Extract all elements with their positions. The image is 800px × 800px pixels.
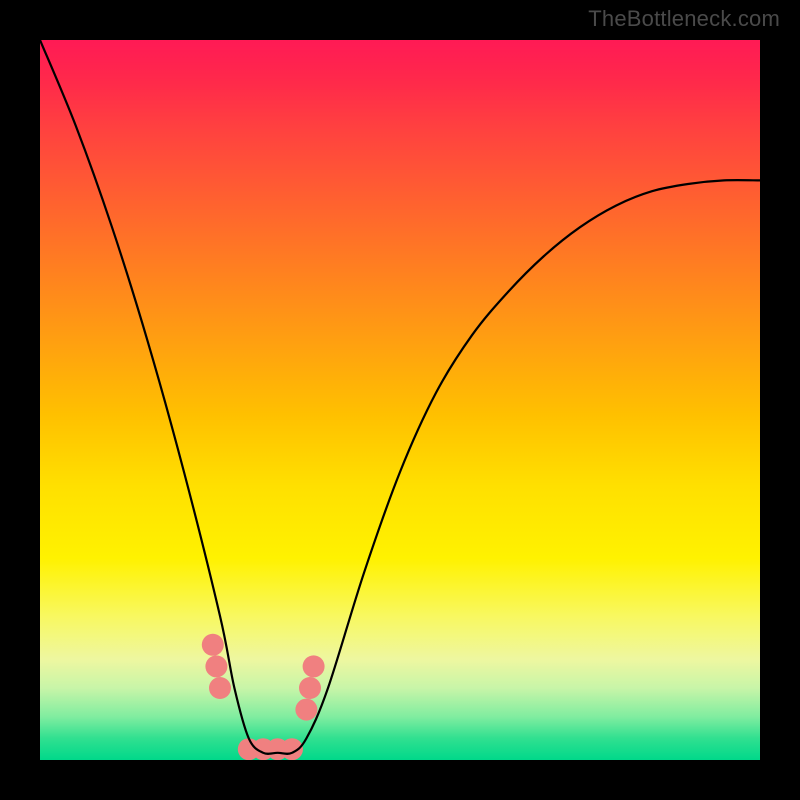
- plot-area: [40, 40, 760, 760]
- data-marker: [202, 634, 224, 656]
- watermark-text: TheBottleneck.com: [588, 6, 780, 32]
- data-marker: [299, 677, 321, 699]
- marker-group: [202, 634, 325, 760]
- data-marker: [303, 655, 325, 677]
- data-marker: [209, 677, 231, 699]
- data-marker: [205, 655, 227, 677]
- chart-container: TheBottleneck.com: [0, 0, 800, 800]
- chart-svg: [40, 40, 760, 760]
- data-marker: [295, 699, 317, 721]
- bottleneck-curve: [40, 40, 760, 754]
